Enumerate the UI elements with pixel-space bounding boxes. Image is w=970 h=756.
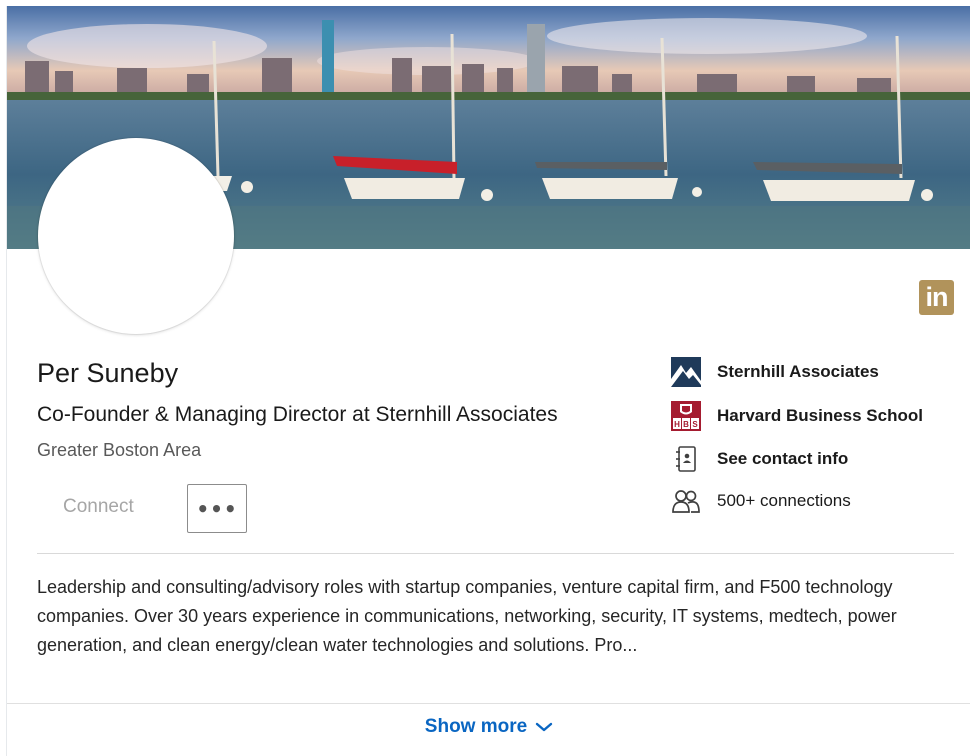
company-name-label: Sternhill Associates — [717, 362, 879, 381]
profile-photo-avatar[interactable] — [38, 138, 234, 334]
show-more-button[interactable]: Show more — [7, 716, 970, 738]
contact-info-item[interactable]: See contact info — [670, 443, 848, 475]
section-divider — [37, 553, 954, 554]
company-logo-icon — [670, 356, 702, 388]
people-icon — [670, 485, 702, 517]
contact-info-link: See contact info — [717, 449, 849, 468]
footer-divider — [7, 703, 970, 704]
more-actions-button[interactable]: ••• — [187, 484, 247, 533]
school-logo-icon: H B S — [670, 400, 702, 432]
profile-location: Greater Boston Area — [37, 440, 202, 460]
profile-name: Per Suneby — [37, 358, 179, 388]
show-more-label: Show more — [424, 716, 528, 737]
hbs-logo-text: H — [674, 420, 680, 429]
linkedin-icon[interactable]: in — [919, 280, 954, 315]
svg-text:B: B — [683, 420, 689, 429]
connections-count-label: 500+ connections — [717, 491, 851, 510]
chevron-down-icon — [535, 716, 553, 738]
profile-headline: Co-Founder & Managing Director at Sternh… — [37, 403, 558, 426]
current-company-item[interactable]: Sternhill Associates — [670, 356, 879, 388]
connect-button[interactable]: Connect — [63, 496, 134, 518]
svg-text:S: S — [692, 420, 698, 429]
profile-summary: Leadership and consulting/advisory roles… — [37, 577, 897, 655]
school-name-label: Harvard Business School — [717, 406, 923, 425]
connections-item[interactable]: 500+ connections — [670, 485, 851, 517]
contact-card-icon — [670, 443, 702, 475]
profile-card: in Per Suneby Co-Founder & Managing Dire… — [6, 6, 970, 756]
education-item[interactable]: H B S Harvard Business School — [670, 400, 923, 432]
